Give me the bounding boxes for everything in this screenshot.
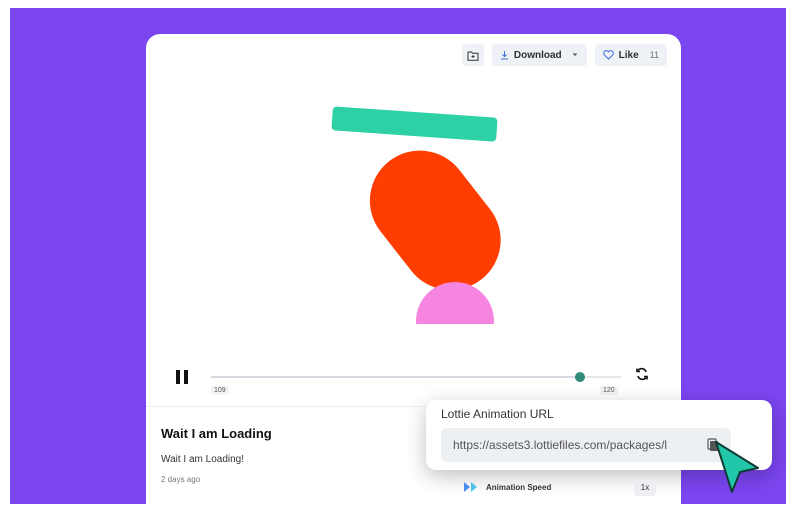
seek-bar-progress xyxy=(211,376,580,378)
animation-date: 2 days ago xyxy=(161,475,201,484)
left-edge xyxy=(0,0,10,504)
top-edge xyxy=(0,0,800,8)
fast-forward-icon xyxy=(464,482,477,492)
url-label: Lottie Animation URL xyxy=(441,407,554,421)
pause-button[interactable] xyxy=(176,370,190,384)
animation-title: Wait I am Loading xyxy=(161,426,272,441)
loop-icon[interactable] xyxy=(634,366,650,382)
teal-bar-shape xyxy=(331,106,498,142)
animation-speed-row[interactable]: Animation Speed 1x xyxy=(458,476,658,500)
playback-controls: 109 120 xyxy=(146,364,681,400)
seek-bar-handle[interactable] xyxy=(575,372,585,382)
frame-end-label: 120 xyxy=(600,386,618,395)
orange-pill-shape xyxy=(369,150,501,290)
right-edge xyxy=(786,0,800,504)
animation-subtitle: Wait I am Loading! xyxy=(161,454,245,465)
animation-speed-label: Animation Speed xyxy=(486,483,552,492)
pause-icon xyxy=(176,370,180,384)
url-field[interactable]: https://assets3.lottiefiles.com/packages… xyxy=(441,428,731,462)
url-text[interactable]: https://assets3.lottiefiles.com/packages… xyxy=(453,438,699,452)
animation-speed-value[interactable]: 1x xyxy=(634,480,656,496)
lottie-animation-preview xyxy=(331,106,501,324)
mouse-cursor-icon xyxy=(715,441,759,493)
seek-bar[interactable] xyxy=(211,372,621,382)
frame-start-label: 109 xyxy=(211,386,229,395)
pause-icon-bar xyxy=(184,370,188,384)
pink-dome-shape xyxy=(416,282,494,324)
